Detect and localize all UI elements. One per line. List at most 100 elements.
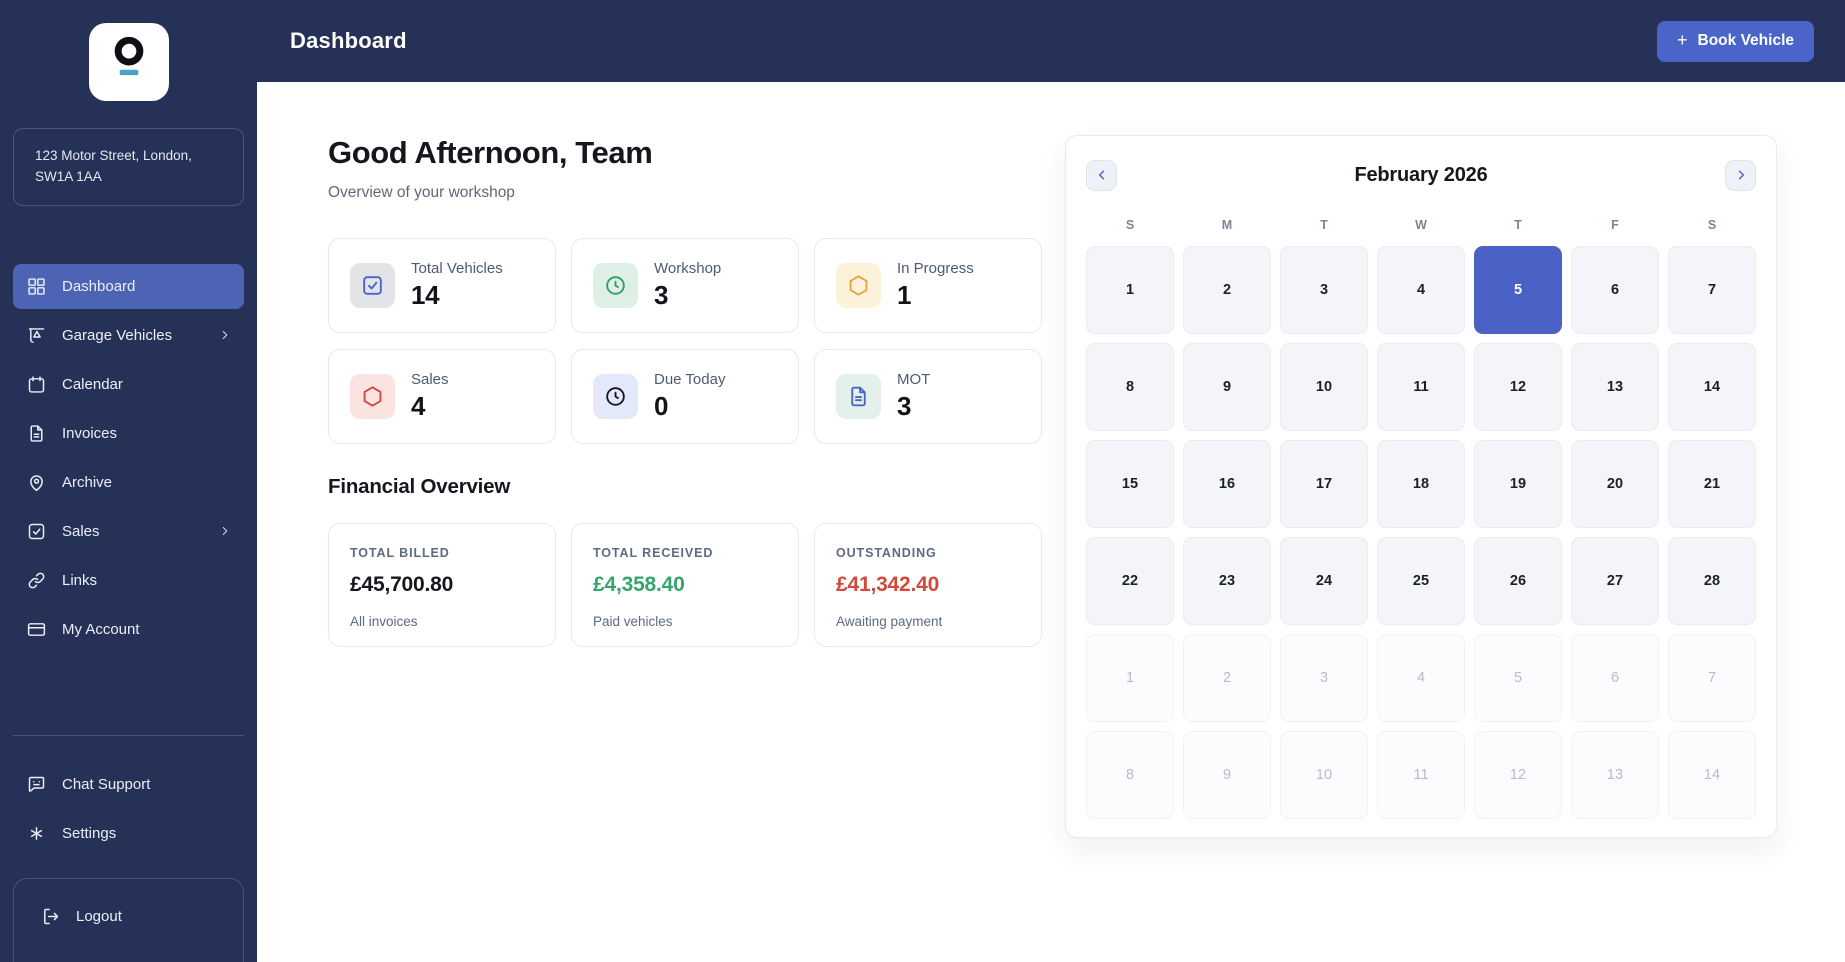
sidebar-item-label: Logout: [76, 908, 122, 925]
calendar-day-next-month: 10: [1280, 731, 1368, 819]
app-logo: [89, 23, 169, 101]
calendar-day[interactable]: 23: [1183, 537, 1271, 625]
sidebar-item-label: Dashboard: [62, 278, 135, 295]
sidebar-item-label: Garage Vehicles: [62, 327, 172, 344]
calendar-day-next-month: 12: [1474, 731, 1562, 819]
stat-card-workshop: Workshop3: [571, 238, 799, 333]
sidebar-item-label: Links: [62, 572, 97, 589]
calendar-next-button[interactable]: [1725, 160, 1756, 191]
logout-button[interactable]: Logout: [27, 894, 230, 939]
chevron-right-icon: [1734, 168, 1748, 182]
calendar-day-next-month: 1: [1086, 634, 1174, 722]
stat-card-due-today: Due Today0: [571, 349, 799, 444]
stat-card-sales: Sales4: [328, 349, 556, 444]
calendar-day-next-month: 8: [1086, 731, 1174, 819]
stat-value: 3: [654, 280, 721, 311]
financial-subtext: Awaiting payment: [836, 614, 1020, 629]
sidebar-item-sales[interactable]: Sales: [13, 509, 244, 554]
link-icon: [26, 570, 47, 591]
sidebar-item-garage-vehicles[interactable]: Garage Vehicles: [13, 313, 244, 358]
calendar-day[interactable]: 2: [1183, 246, 1271, 334]
financial-label: OUTSTANDING: [836, 546, 1020, 560]
calendar-day[interactable]: 24: [1280, 537, 1368, 625]
weekday-label: S: [1086, 218, 1174, 232]
overview-column: Good Afternoon, Team Overview of your wo…: [328, 82, 1042, 962]
calendar-day[interactable]: 9: [1183, 343, 1271, 431]
weekday-label: W: [1377, 218, 1465, 232]
calendar-day[interactable]: 4: [1377, 246, 1465, 334]
sidebar-item-chat-support[interactable]: Chat Support: [13, 762, 244, 807]
calendar-day[interactable]: 15: [1086, 440, 1174, 528]
calendar-day-next-month: 9: [1183, 731, 1271, 819]
calendar-header: February 2026: [1086, 159, 1756, 191]
top-header: Dashboard + Book Vehicle: [257, 0, 1845, 82]
calendar-day-next-month: 6: [1571, 634, 1659, 722]
stat-label: Total Vehicles: [411, 260, 503, 277]
financial-amount: £4,358.40: [593, 573, 777, 597]
calendar-day-next-month: 14: [1668, 731, 1756, 819]
stat-value: 3: [897, 391, 930, 422]
stat-value: 0: [654, 391, 725, 422]
sidebar-item-calendar[interactable]: Calendar: [13, 362, 244, 407]
sidebar: 123 Motor Street, London, SW1A 1AA Dashb…: [0, 0, 257, 962]
chevron-right-icon: [218, 524, 232, 538]
calendar-day[interactable]: 25: [1377, 537, 1465, 625]
calendar-day-selected[interactable]: 5: [1474, 246, 1562, 334]
calendar-prev-button[interactable]: [1086, 160, 1117, 191]
calendar-day[interactable]: 13: [1571, 343, 1659, 431]
main-content: Good Afternoon, Team Overview of your wo…: [257, 82, 1845, 962]
calendar-day[interactable]: 11: [1377, 343, 1465, 431]
greeting-subtitle: Overview of your workshop: [328, 184, 1042, 202]
calendar-day[interactable]: 21: [1668, 440, 1756, 528]
sidebar-item-label: Sales: [62, 523, 100, 540]
calendar-day[interactable]: 22: [1086, 537, 1174, 625]
calendar-day[interactable]: 7: [1668, 246, 1756, 334]
settings-icon: [26, 823, 47, 844]
sidebar-item-settings[interactable]: Settings: [13, 811, 244, 856]
stat-card-total-vehicles: Total Vehicles 14: [328, 238, 556, 333]
sidebar-bottom: Chat SupportSettings Logout: [0, 735, 257, 962]
sidebar-item-dashboard[interactable]: Dashboard: [13, 264, 244, 309]
stat-value: 14: [411, 280, 503, 311]
sidebar-item-links[interactable]: Links: [13, 558, 244, 603]
greeting-heading: Good Afternoon, Team: [328, 135, 1042, 171]
book-vehicle-button[interactable]: + Book Vehicle: [1657, 21, 1814, 62]
clock-icon: [593, 263, 638, 308]
calendar-month-title: February 2026: [1086, 164, 1756, 187]
check-square-icon: [26, 521, 47, 542]
calendar-day[interactable]: 16: [1183, 440, 1271, 528]
app-root: 123 Motor Street, London, SW1A 1AA Dashb…: [0, 0, 1845, 962]
calendar-day[interactable]: 8: [1086, 343, 1174, 431]
calendar-day[interactable]: 1: [1086, 246, 1174, 334]
calendar-day[interactable]: 3: [1280, 246, 1368, 334]
calendar-day-next-month: 11: [1377, 731, 1465, 819]
weekday-label: S: [1668, 218, 1756, 232]
calendar-day[interactable]: 19: [1474, 440, 1562, 528]
sidebar-item-label: Invoices: [62, 425, 117, 442]
file-text-icon: [836, 374, 881, 419]
stat-value: 4: [411, 391, 449, 422]
sidebar-item-invoices[interactable]: Invoices: [13, 411, 244, 456]
calendar-day[interactable]: 12: [1474, 343, 1562, 431]
financial-cards: TOTAL BILLED£45,700.80All invoicesTOTAL …: [328, 523, 1042, 647]
calendar-day[interactable]: 27: [1571, 537, 1659, 625]
sidebar-divider: [13, 735, 244, 736]
calendar-day-next-month: 2: [1183, 634, 1271, 722]
calendar-day[interactable]: 6: [1571, 246, 1659, 334]
financial-card-outstanding: OUTSTANDING £41,342.40 Awaiting payment: [814, 523, 1042, 647]
calendar-day[interactable]: 17: [1280, 440, 1368, 528]
calendar-day[interactable]: 28: [1668, 537, 1756, 625]
sidebar-item-archive[interactable]: Archive: [13, 460, 244, 505]
calendar-day[interactable]: 20: [1571, 440, 1659, 528]
calendar-day[interactable]: 10: [1280, 343, 1368, 431]
weekday-label: T: [1474, 218, 1562, 232]
financial-amount: £41,342.40: [836, 573, 1020, 597]
hexagon-icon: [350, 374, 395, 419]
sidebar-item-my-account[interactable]: My Account: [13, 607, 244, 652]
stat-card-in-progress: In Progress1: [814, 238, 1042, 333]
calendar-grid: 1234567891011121314151617181920212223242…: [1086, 246, 1756, 819]
credit-card-icon: [26, 619, 47, 640]
calendar-day[interactable]: 14: [1668, 343, 1756, 431]
calendar-day[interactable]: 18: [1377, 440, 1465, 528]
calendar-day[interactable]: 26: [1474, 537, 1562, 625]
